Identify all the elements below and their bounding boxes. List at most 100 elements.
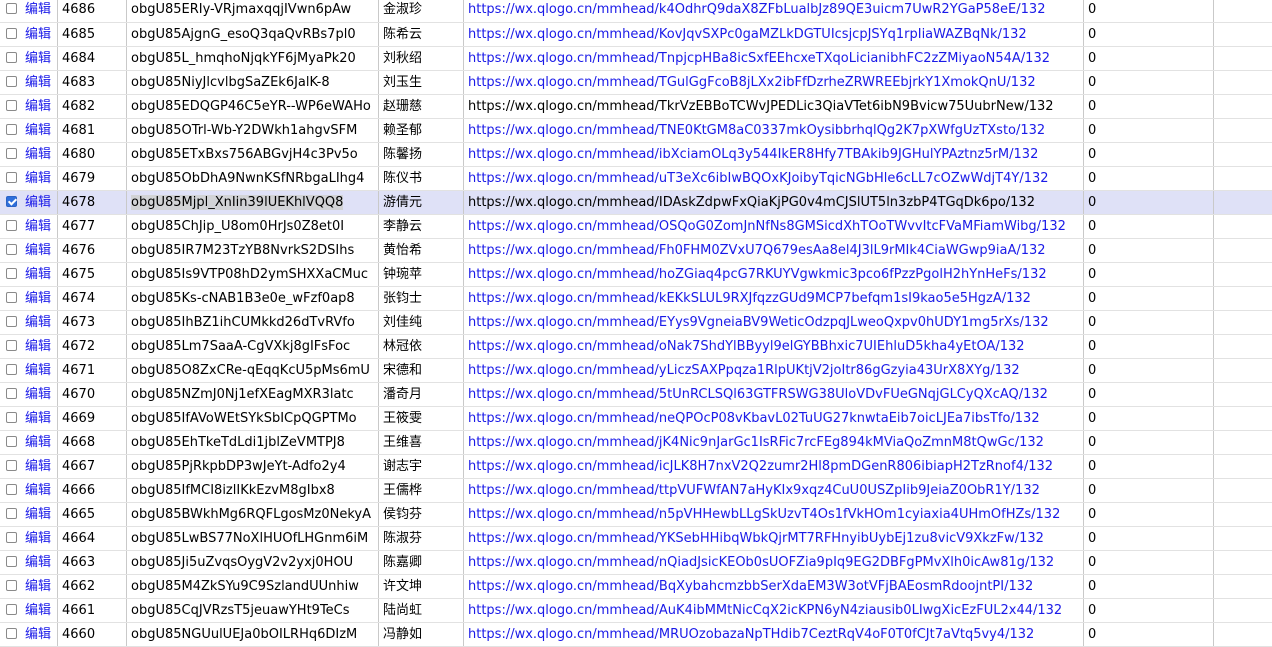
edit-link[interactable]: 编辑: [25, 267, 51, 282]
avatar-url-link[interactable]: https://wx.qlogo.cn/mmhead/TkrVzEBBoTCWv…: [468, 99, 1054, 114]
edit-link[interactable]: 编辑: [25, 603, 51, 618]
row-checkbox[interactable]: [6, 484, 17, 495]
avatar-url-link[interactable]: https://wx.qlogo.cn/mmhead/AuK4ibMMtNicC…: [468, 603, 1062, 618]
row-checkbox[interactable]: [6, 292, 17, 303]
avatar-url-cell: https://wx.qlogo.cn/mmhead/YKSebHHibqWbk…: [464, 526, 1084, 550]
row-checkbox[interactable]: [6, 460, 17, 471]
avatar-url-cell: https://wx.qlogo.cn/mmhead/neQPOcP08vKba…: [464, 406, 1084, 430]
openid-text: obgU85CqJVRzsT5jeuawYHt9TeCs: [131, 603, 350, 618]
avatar-url-link[interactable]: https://wx.qlogo.cn/mmhead/TGulGgFcoB8jL…: [468, 75, 1036, 90]
row-checkbox[interactable]: [6, 172, 17, 183]
avatar-url-link[interactable]: https://wx.qlogo.cn/mmhead/n5pVHHewbLLgS…: [468, 507, 1060, 522]
avatar-url-link[interactable]: https://wx.qlogo.cn/mmhead/YKSebHHibqWbk…: [468, 531, 1044, 546]
edit-link[interactable]: 编辑: [25, 291, 51, 306]
edit-link[interactable]: 编辑: [25, 219, 51, 234]
avatar-url-cell: https://wx.qlogo.cn/mmhead/yLiczSAXPpqza…: [464, 358, 1084, 382]
id-cell: 4668: [58, 430, 127, 454]
avatar-url-link[interactable]: https://wx.qlogo.cn/mmhead/BqXybahcmzbbS…: [468, 579, 1033, 594]
edit-link[interactable]: 编辑: [25, 459, 51, 474]
avatar-url-link[interactable]: https://wx.qlogo.cn/mmhead/EYys9VgneiaBV…: [468, 315, 1049, 330]
edit-link[interactable]: 编辑: [25, 579, 51, 594]
avatar-url-link[interactable]: https://wx.qlogo.cn/mmhead/oNak7ShdYlBBy…: [468, 339, 1025, 354]
edit-link[interactable]: 编辑: [25, 627, 51, 642]
avatar-url-link[interactable]: https://wx.qlogo.cn/mmhead/k4OdhrQ9daX8Z…: [468, 2, 1045, 17]
row-checkbox[interactable]: [6, 220, 17, 231]
row-checkbox[interactable]: [6, 388, 17, 399]
row-checkbox[interactable]: [6, 268, 17, 279]
openid-text: obgU85LwBS77NoXlHUOfLHGnm6iM: [131, 531, 368, 546]
row-checkbox[interactable]: [6, 196, 17, 207]
name-cell: 谢志宇: [379, 454, 464, 478]
edit-link[interactable]: 编辑: [25, 435, 51, 450]
row-checkbox[interactable]: [6, 316, 17, 327]
edit-link[interactable]: 编辑: [25, 363, 51, 378]
openid-text: obgU85Ji5uZvqsOygV2v2yxj0HOU: [131, 555, 353, 570]
avatar-url-link[interactable]: https://wx.qlogo.cn/mmhead/KovJqvSXPc0ga…: [468, 27, 1027, 42]
row-actions-cell: 编辑: [0, 166, 58, 190]
table-row: 编辑 4674 obgU85Ks-cNAB1B3e0e_wFzf0ap8 张钧士…: [0, 286, 1272, 310]
row-checkbox[interactable]: [6, 76, 17, 87]
id-cell: 4664: [58, 526, 127, 550]
avatar-url-link[interactable]: https://wx.qlogo.cn/mmhead/ibXciamOLq3y5…: [468, 147, 1038, 162]
row-checkbox[interactable]: [6, 340, 17, 351]
row-checkbox[interactable]: [6, 364, 17, 375]
avatar-url-link[interactable]: https://wx.qlogo.cn/mmhead/IDAskZdpwFxQi…: [468, 195, 1035, 210]
row-checkbox[interactable]: [6, 412, 17, 423]
avatar-url-link[interactable]: https://wx.qlogo.cn/mmhead/jK4Nic9nJarGc…: [468, 435, 1044, 450]
avatar-url-link[interactable]: https://wx.qlogo.cn/mmhead/icJLK8H7nxV2Q…: [468, 459, 1053, 474]
id-cell: 4681: [58, 118, 127, 142]
edit-link[interactable]: 编辑: [25, 387, 51, 402]
row-checkbox[interactable]: [6, 604, 17, 615]
edit-link[interactable]: 编辑: [25, 195, 51, 210]
avatar-url-link[interactable]: https://wx.qlogo.cn/mmhead/yLiczSAXPpqza…: [468, 363, 1020, 378]
row-actions-cell: 编辑: [0, 70, 58, 94]
row-checkbox[interactable]: [6, 436, 17, 447]
avatar-url-link[interactable]: https://wx.qlogo.cn/mmhead/uT3eXc6ibIwBQ…: [468, 171, 1049, 186]
row-checkbox[interactable]: [6, 628, 17, 639]
edit-link[interactable]: 编辑: [25, 51, 51, 66]
empty-cell: [1214, 430, 1272, 454]
edit-link[interactable]: 编辑: [25, 411, 51, 426]
avatar-url-link[interactable]: https://wx.qlogo.cn/mmhead/nQiadJsicKEOb…: [468, 555, 1054, 570]
edit-link[interactable]: 编辑: [25, 507, 51, 522]
row-checkbox[interactable]: [6, 580, 17, 591]
openid-cell: obgU85EhTkeTdLdi1jblZeVMTPJ8: [127, 430, 379, 454]
row-checkbox[interactable]: [6, 100, 17, 111]
edit-link[interactable]: 编辑: [25, 483, 51, 498]
avatar-url-link[interactable]: https://wx.qlogo.cn/mmhead/kEKkSLUL9RXJf…: [468, 291, 1031, 306]
avatar-url-link[interactable]: https://wx.qlogo.cn/mmhead/OSQoG0ZomJnNf…: [468, 219, 1066, 234]
avatar-url-link[interactable]: https://wx.qlogo.cn/mmhead/TNE0KtGM8aC03…: [468, 123, 1045, 138]
avatar-url-link[interactable]: https://wx.qlogo.cn/mmhead/TnpjcpHBa8icS…: [468, 51, 1050, 66]
row-checkbox[interactable]: [6, 124, 17, 135]
avatar-url-link[interactable]: https://wx.qlogo.cn/mmhead/ttpVUFWfAN7aH…: [468, 483, 1040, 498]
row-checkbox[interactable]: [6, 556, 17, 567]
row-checkbox[interactable]: [6, 28, 17, 39]
row-checkbox[interactable]: [6, 244, 17, 255]
edit-link[interactable]: 编辑: [25, 147, 51, 162]
edit-link[interactable]: 编辑: [25, 75, 51, 90]
row-checkbox[interactable]: [6, 148, 17, 159]
edit-link[interactable]: 编辑: [25, 2, 51, 17]
avatar-url-link[interactable]: https://wx.qlogo.cn/mmhead/neQPOcP08vKba…: [468, 411, 1040, 426]
edit-link[interactable]: 编辑: [25, 531, 51, 546]
avatar-url-link[interactable]: https://wx.qlogo.cn/mmhead/MRUOzobazaNpT…: [468, 627, 1034, 642]
edit-link[interactable]: 编辑: [25, 315, 51, 330]
row-checkbox[interactable]: [6, 532, 17, 543]
edit-link[interactable]: 编辑: [25, 171, 51, 186]
avatar-url-link[interactable]: https://wx.qlogo.cn/mmhead/Fh0FHM0ZVxU7Q…: [468, 243, 1046, 258]
id-cell: 4679: [58, 166, 127, 190]
row-checkbox[interactable]: [6, 508, 17, 519]
edit-link[interactable]: 编辑: [25, 27, 51, 42]
edit-link[interactable]: 编辑: [25, 99, 51, 114]
avatar-url-link[interactable]: https://wx.qlogo.cn/mmhead/hoZGiaq4pcG7R…: [468, 267, 1047, 282]
id-cell: 4680: [58, 142, 127, 166]
avatar-url-link[interactable]: https://wx.qlogo.cn/mmhead/5tUnRCLSQl63G…: [468, 387, 1048, 402]
row-checkbox[interactable]: [6, 52, 17, 63]
row-checkbox[interactable]: [6, 3, 17, 14]
value-cell: 0: [1084, 142, 1214, 166]
edit-link[interactable]: 编辑: [25, 123, 51, 138]
edit-link[interactable]: 编辑: [25, 339, 51, 354]
row-actions-cell: 编辑: [0, 598, 58, 622]
edit-link[interactable]: 编辑: [25, 243, 51, 258]
edit-link[interactable]: 编辑: [25, 555, 51, 570]
